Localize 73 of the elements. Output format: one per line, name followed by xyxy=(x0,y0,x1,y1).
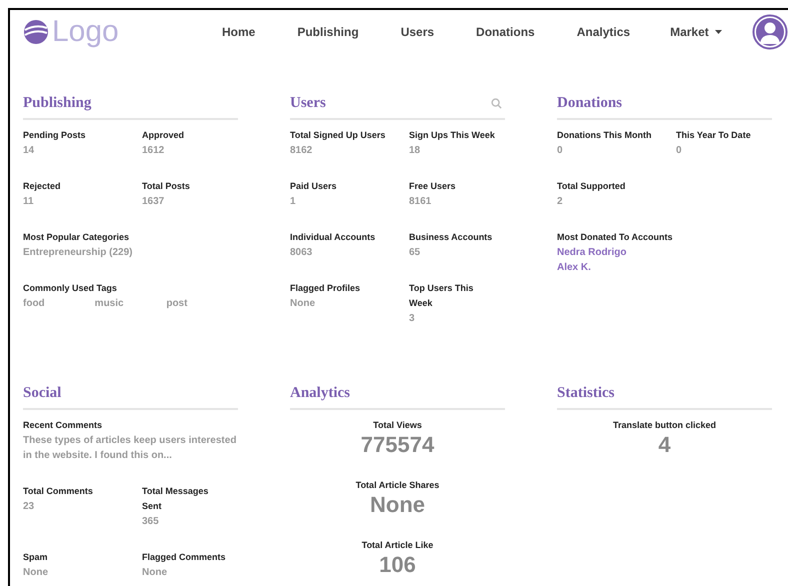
stat-value: 775574 xyxy=(360,433,434,457)
tag: food xyxy=(23,296,95,311)
stat-label: Total Posts xyxy=(142,180,191,193)
stat-label: Most Popular Categories xyxy=(23,231,130,244)
stat-label: Flagged Comments xyxy=(142,551,227,564)
stat-label: Pending Posts xyxy=(23,129,87,142)
stat-label: Free Users xyxy=(409,180,457,193)
stat-label: Total Messages Sent xyxy=(142,485,210,513)
account-link[interactable]: Nedra Rodrigo xyxy=(557,245,626,260)
stat-value: 2 xyxy=(557,195,564,209)
stat-label: Most Donated To Accounts xyxy=(557,231,674,244)
stat-label: Individual Accounts xyxy=(290,231,376,244)
stat-label: Donations This Month xyxy=(557,129,652,142)
nav-link[interactable]: Home xyxy=(202,23,276,41)
stat-label: Rejected xyxy=(23,180,62,193)
section-title: Publishing xyxy=(23,94,92,113)
stat-value: Entrepreneurship (229) xyxy=(23,246,134,260)
nav-link[interactable]: Analytics xyxy=(556,23,650,41)
stat-label: Total Article Like xyxy=(362,539,434,552)
stat-value: These types of articles keep users interested in the website. I found this on... xyxy=(23,434,238,463)
account-link[interactable]: Alex K. xyxy=(557,260,591,275)
stat-value: None xyxy=(23,566,49,580)
stat-label: Total Comments xyxy=(23,485,94,498)
stat-label: This Year To Date xyxy=(676,129,752,142)
stat-label: Approved xyxy=(142,129,186,142)
section-title: Users xyxy=(290,94,326,113)
avatar-icon[interactable] xyxy=(752,14,788,50)
stat-value: 1612 xyxy=(142,144,166,158)
stat-value: 14 xyxy=(23,144,36,158)
stat-label: Business Accounts xyxy=(409,231,494,244)
nav-link[interactable]: Donations xyxy=(456,23,555,41)
stat-label: Total Supported xyxy=(557,180,626,193)
stat-value: 0 xyxy=(557,144,564,158)
stat-label: Paid Users xyxy=(290,180,338,193)
stat-label: Top Users This Week xyxy=(409,282,474,310)
caret-icon xyxy=(714,30,722,34)
stat-label: Spam xyxy=(23,551,49,564)
stat-value: 11 xyxy=(23,195,35,209)
section-title: Statistics xyxy=(557,384,614,403)
logo-text: Logo xyxy=(52,15,119,49)
nav-dropdown[interactable]: Market xyxy=(652,23,740,41)
stat-label: Recent Comments xyxy=(23,419,104,432)
stat-value: 8162 xyxy=(290,144,314,158)
stat-label: Commonly Used Tags xyxy=(23,282,118,295)
stat-value: 23 xyxy=(23,500,36,514)
nav-link[interactable]: Users xyxy=(380,23,454,41)
stat-value: None xyxy=(370,493,425,517)
stat-value: 65 xyxy=(409,246,422,260)
stat-value: 0 xyxy=(676,144,683,158)
stat-label: Translate button clicked xyxy=(612,419,716,432)
stat-label: Total Article Shares xyxy=(356,479,440,492)
stat-label: Sign Ups This Week xyxy=(409,129,496,142)
stat-value: 106 xyxy=(379,553,416,577)
stat-value: 4 xyxy=(658,433,671,457)
stat-value: None xyxy=(290,297,316,311)
stat-value: None xyxy=(142,566,168,580)
nav-link[interactable]: Publishing xyxy=(277,23,379,41)
stat-value: 18 xyxy=(409,144,422,158)
tag: music xyxy=(94,296,166,311)
tag: post xyxy=(166,296,238,311)
stat-value: 3 xyxy=(409,312,416,326)
stat-label: Flagged Profiles xyxy=(290,282,362,295)
stat-value: 1637 xyxy=(142,195,166,209)
stat-value: 1 xyxy=(290,195,297,209)
stat-value: 8161 xyxy=(409,195,432,209)
stat-label: Total Signed Up Users xyxy=(290,129,386,142)
stat-value: 365 xyxy=(142,515,160,529)
stat-label: Total Views xyxy=(373,419,422,432)
stat-value: 8063 xyxy=(290,246,314,260)
logo-icon xyxy=(22,18,50,46)
section-title: Social xyxy=(23,384,62,403)
section-title: Donations xyxy=(557,94,622,113)
section-title: Analytics xyxy=(290,384,350,403)
